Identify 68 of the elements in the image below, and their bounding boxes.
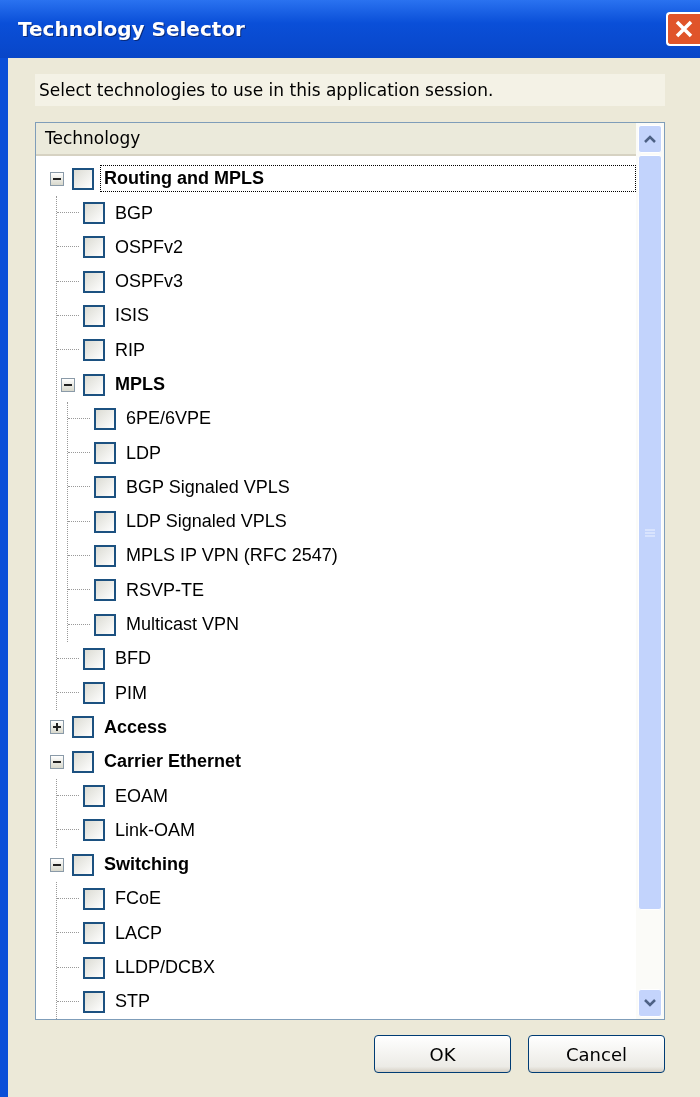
expand-icon[interactable] xyxy=(50,720,64,735)
tree-item[interactable]: FCoE xyxy=(111,885,165,913)
ok-button[interactable]: OK xyxy=(374,1035,511,1073)
checkbox[interactable] xyxy=(83,647,105,670)
checkbox[interactable] xyxy=(83,373,105,396)
tree-item[interactable]: STP xyxy=(111,988,154,1016)
tree-item[interactable]: RIP xyxy=(111,336,149,364)
tree-item[interactable]: BGP Signaled VPLS xyxy=(122,473,294,501)
checkbox[interactable] xyxy=(94,613,116,636)
checkbox[interactable] xyxy=(83,304,105,327)
tree-item[interactable]: MPLS IP VPN (RFC 2547) xyxy=(122,542,342,570)
tree-item[interactable]: Routing and MPLS xyxy=(100,165,636,193)
checkbox[interactable] xyxy=(94,510,116,533)
scroll-down-button[interactable] xyxy=(638,989,662,1017)
checkbox[interactable] xyxy=(83,887,105,910)
tree-item[interactable]: Multicast VPN xyxy=(122,611,244,639)
cancel-button[interactable]: Cancel xyxy=(528,1035,665,1073)
caret-down-icon xyxy=(644,999,656,1007)
scrollbar[interactable] xyxy=(636,123,664,1019)
tree-item[interactable]: OSPFv2 xyxy=(111,233,188,261)
collapse-icon[interactable] xyxy=(50,754,64,769)
tree-item[interactable]: Carrier Ethernet xyxy=(100,748,246,776)
checkbox[interactable] xyxy=(83,270,105,293)
collapse-icon[interactable] xyxy=(50,171,64,186)
checkbox[interactable] xyxy=(83,990,105,1013)
checkbox[interactable] xyxy=(72,167,94,190)
checkbox[interactable] xyxy=(94,545,116,567)
tree-item[interactable]: ISIS xyxy=(111,302,153,330)
checkbox[interactable] xyxy=(72,750,94,773)
close-button[interactable] xyxy=(666,12,700,46)
tree-item[interactable]: LDP xyxy=(122,439,165,467)
collapse-icon[interactable] xyxy=(50,857,64,872)
column-header[interactable]: Technology xyxy=(36,123,636,156)
scroll-thumb[interactable] xyxy=(638,155,662,910)
checkbox[interactable] xyxy=(72,716,94,739)
checkbox[interactable] xyxy=(83,682,105,705)
window-title: Technology Selector xyxy=(18,17,245,41)
tree-item[interactable]: OSPFv3 xyxy=(111,268,188,296)
checkbox[interactable] xyxy=(72,853,94,876)
tree-item[interactable]: PIM xyxy=(111,679,151,707)
instruction-text: Select technologies to use in this application session. xyxy=(35,74,665,106)
checkbox[interactable] xyxy=(83,956,105,979)
tree-item[interactable]: EOAM xyxy=(111,782,172,810)
checkbox[interactable] xyxy=(94,579,116,602)
tree-item[interactable]: Switching xyxy=(100,851,193,879)
checkbox[interactable] xyxy=(94,407,116,430)
checkbox[interactable] xyxy=(83,339,105,362)
checkbox[interactable] xyxy=(83,785,105,808)
caret-up-icon xyxy=(644,135,656,143)
tree-item[interactable]: LLDP/DCBX xyxy=(111,954,220,982)
checkbox[interactable] xyxy=(83,202,105,224)
tree-item[interactable]: RSVP-TE xyxy=(122,576,208,604)
collapse-icon[interactable] xyxy=(61,377,75,392)
checkbox[interactable] xyxy=(94,442,116,465)
checkbox[interactable] xyxy=(83,922,105,945)
tree-item[interactable]: BFD xyxy=(111,645,155,673)
tree-item[interactable]: 6PE/6VPE xyxy=(122,405,216,433)
tree-item[interactable]: Link-OAM xyxy=(111,816,199,844)
tree-item[interactable]: MPLS xyxy=(111,371,169,398)
checkbox[interactable] xyxy=(94,476,116,499)
checkbox[interactable] xyxy=(83,819,105,842)
tree-item[interactable]: BGP xyxy=(111,199,157,227)
tree-item[interactable]: LDP Signaled VPLS xyxy=(122,508,291,536)
checkbox[interactable] xyxy=(83,236,105,259)
close-icon xyxy=(674,19,694,39)
tree-item[interactable]: LACP xyxy=(111,919,167,947)
scroll-up-button[interactable] xyxy=(638,125,662,153)
tree-item[interactable]: Access xyxy=(100,713,172,741)
